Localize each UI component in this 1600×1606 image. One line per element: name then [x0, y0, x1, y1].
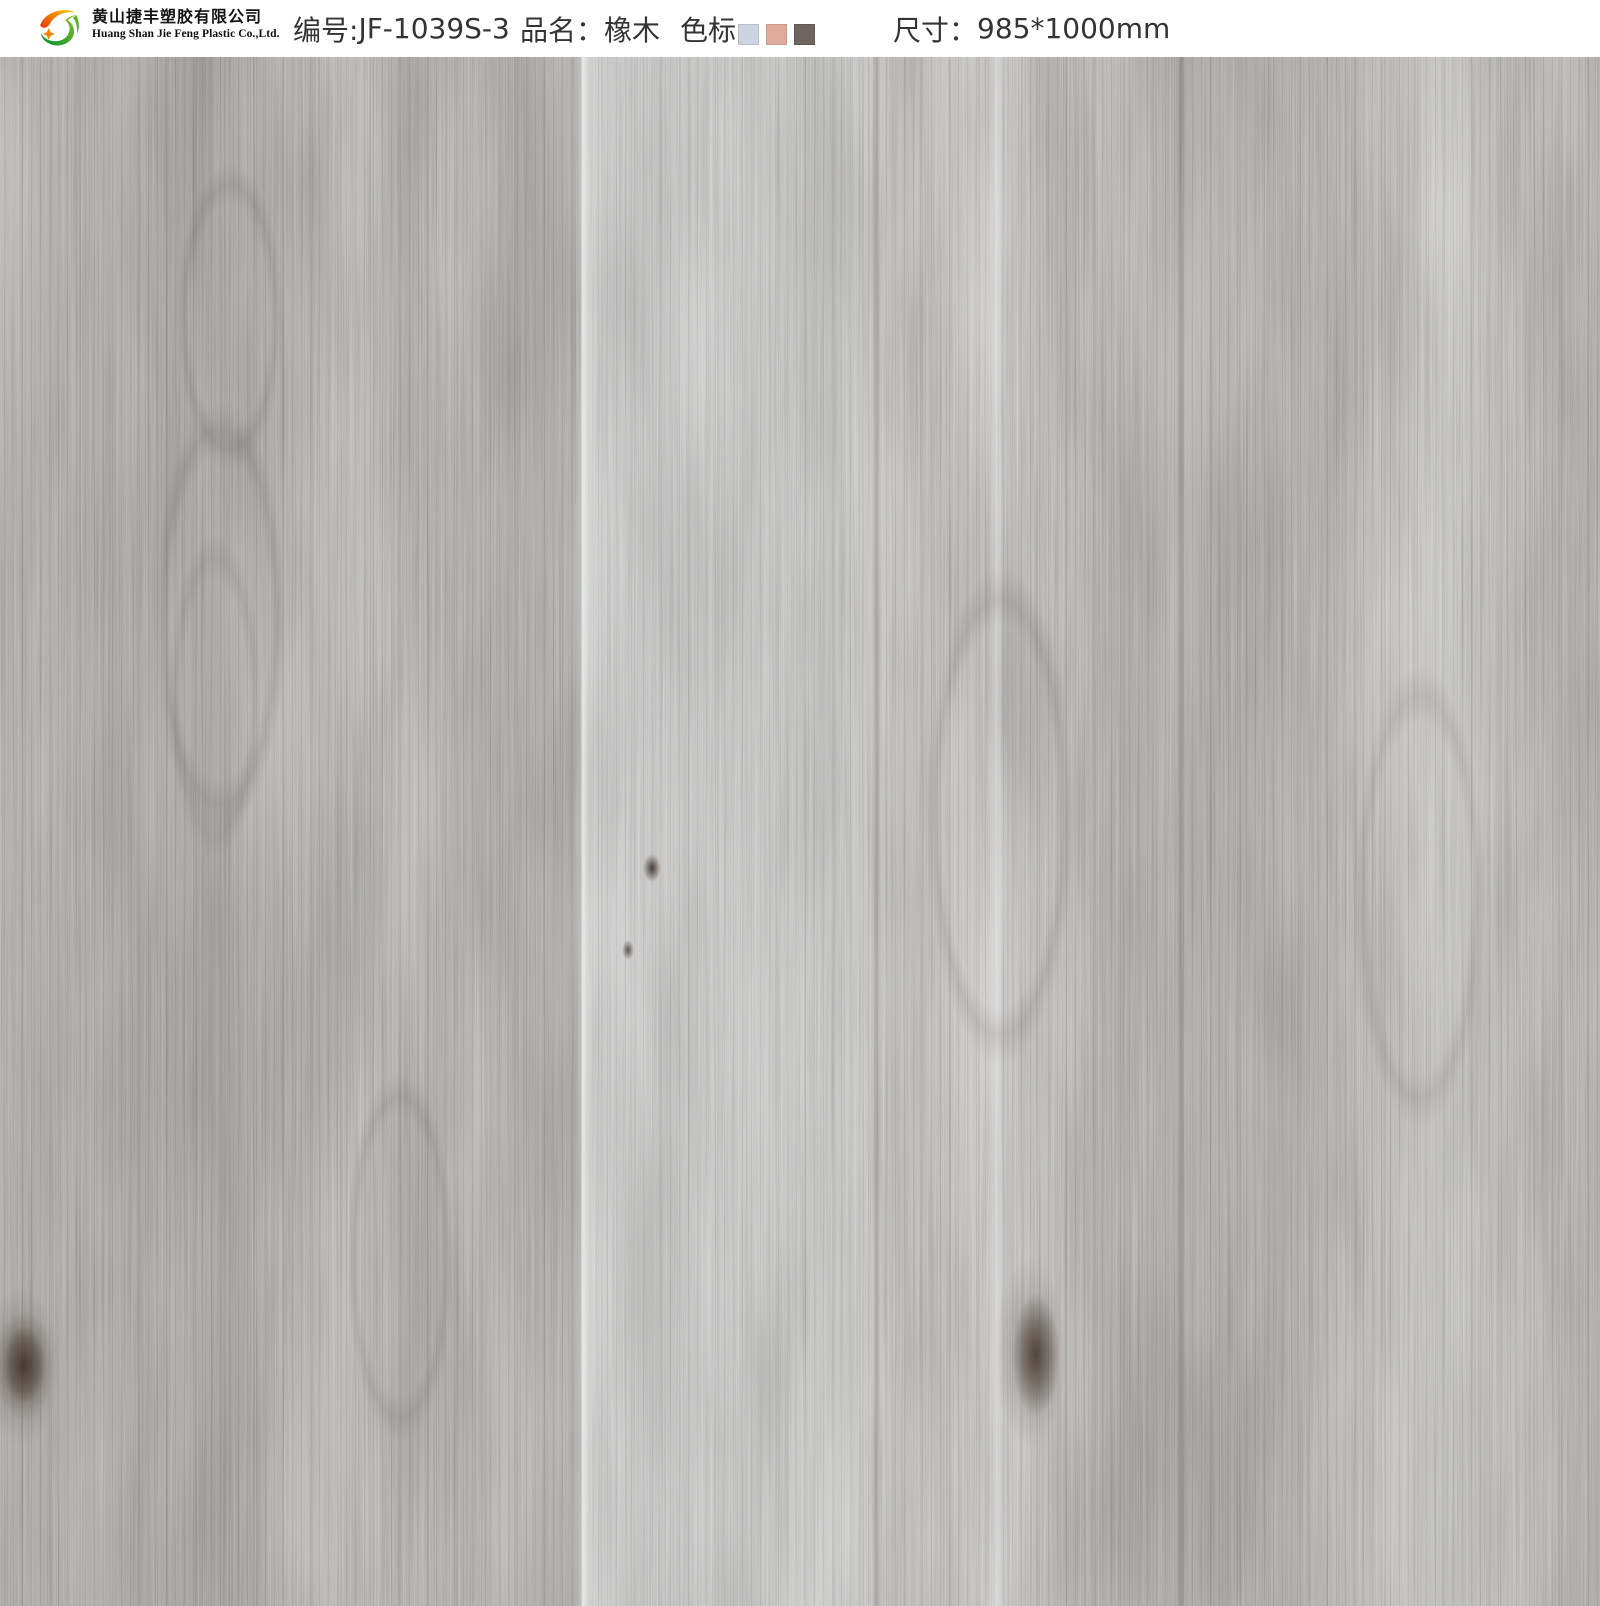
company-name-chinese: 黄山捷丰塑胶有限公司 [92, 7, 280, 27]
color-swatch-row [738, 24, 815, 45]
product-name-value: 橡木 [604, 9, 660, 49]
size-value: 985*1000mm [977, 12, 1170, 45]
wood-texture-image [0, 57, 1600, 1606]
size-label: 尺寸： [893, 9, 977, 49]
color-standard-label: 色标: [680, 9, 745, 49]
product-code-value: JF-1039S-3 [358, 12, 509, 45]
color-swatch-light-blue-gray [738, 24, 759, 45]
header-bar: 黄山捷丰塑胶有限公司 Huang Shan Jie Feng Plastic C… [0, 0, 1600, 57]
wood-warm-tint-layer [0, 57, 1600, 1606]
spec-sheet: { "header": { "logo_name": "jiefeng-phoe… [0, 0, 1600, 1606]
color-standard-field: 色标: [680, 0, 745, 57]
color-swatch-dark-taupe [794, 24, 815, 45]
product-name-label: 品名： [520, 9, 604, 49]
color-swatch-salmon-pink [766, 24, 787, 45]
company-name-english: Huang Shan Jie Feng Plastic Co.,Ltd. [92, 27, 280, 41]
product-code-field: 编号:JF-1039S-3 [293, 0, 510, 57]
product-name-field: 品名：橡木 [520, 0, 660, 57]
product-code-label: 编号: [293, 9, 358, 49]
size-field: 尺寸：985*1000mm [893, 0, 1170, 57]
company-logo-icon [34, 4, 86, 54]
company-name-block: 黄山捷丰塑胶有限公司 Huang Shan Jie Feng Plastic C… [92, 7, 280, 41]
